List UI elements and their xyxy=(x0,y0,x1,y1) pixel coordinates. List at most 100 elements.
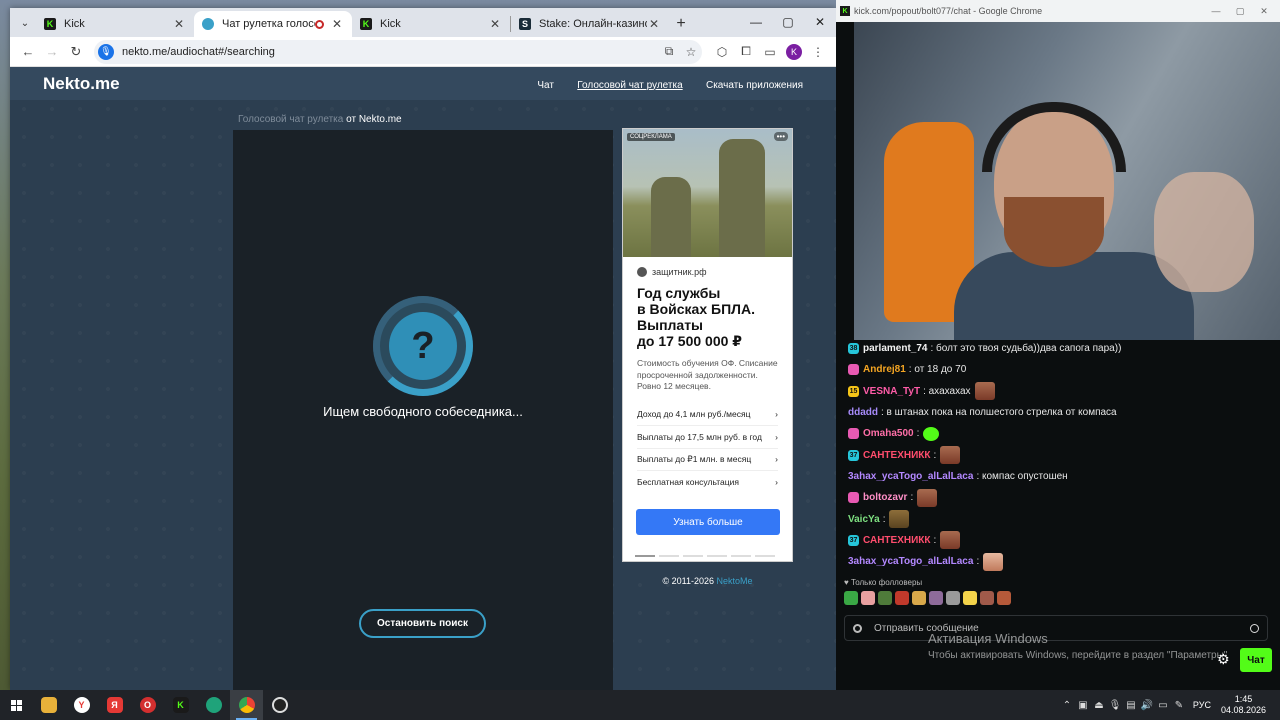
ad-more-icon[interactable]: ••• xyxy=(773,132,788,141)
taskbar-kick[interactable]: K xyxy=(164,690,197,720)
minimize-icon[interactable]: — xyxy=(1204,6,1228,16)
taskbar-opera[interactable]: O xyxy=(131,690,164,720)
install-app-icon[interactable]: ⧉ xyxy=(658,41,680,63)
emote-button[interactable] xyxy=(895,591,909,605)
microphone-icon[interactable]: 🎙 xyxy=(98,43,114,60)
chat-text: : xyxy=(910,492,914,504)
close-tab-icon[interactable]: ✕ xyxy=(647,17,661,31)
bookmark-star-icon[interactable]: ☆ xyxy=(680,41,702,63)
chrome-icon xyxy=(238,697,255,713)
carousel-dot[interactable] xyxy=(635,555,655,557)
emote-button[interactable] xyxy=(844,591,858,605)
speaker-icon[interactable]: 🔊 xyxy=(1139,700,1155,711)
emote-button[interactable] xyxy=(912,591,926,605)
carousel-dot[interactable] xyxy=(707,555,727,557)
forward-button[interactable]: → xyxy=(40,40,64,64)
menu-kebab-icon[interactable]: ⋮ xyxy=(806,40,830,64)
taskbar-obs[interactable] xyxy=(263,690,296,720)
ad-list-item[interactable]: Выплаты до ₽1 млн. в месяц › xyxy=(637,447,778,471)
extensions-puzzle-icon[interactable]: ⧠ xyxy=(734,40,758,64)
tab-kick-1[interactable]: K Kick ✕ xyxy=(36,11,194,37)
split-view-icon[interactable]: ▭ xyxy=(758,40,782,64)
network-icon[interactable]: ▭ xyxy=(1155,700,1171,711)
taskbar-explorer[interactable] xyxy=(32,690,65,720)
carousel-dot[interactable] xyxy=(659,555,679,557)
site-logo[interactable]: Nekto.me xyxy=(43,74,517,94)
close-window-icon[interactable]: ✕ xyxy=(1252,6,1276,17)
stop-search-button[interactable]: Остановить поиск xyxy=(359,609,486,638)
searching-status: Ищем свободного собеседника... xyxy=(323,404,523,419)
usb-icon[interactable]: ⏏ xyxy=(1091,700,1107,711)
ad-banner[interactable]: СОЦРЕКЛАМА ••• защитник.рф Год службы в … xyxy=(622,128,793,562)
emote-button[interactable] xyxy=(946,591,960,605)
clock[interactable]: 1:45 04.08.2026 xyxy=(1221,694,1266,716)
tab-kick-2[interactable]: K Kick ✕ xyxy=(352,11,510,37)
address-bar[interactable]: 🎙 nekto.me/audiochat#/searching ⧉ ☆ xyxy=(94,39,702,64)
chat-username[interactable]: Omaha500 xyxy=(863,428,914,439)
copyright-link[interactable]: NektoMe xyxy=(717,576,753,586)
tray-app-icon[interactable]: ▣ xyxy=(1075,700,1091,711)
chat-text: : xyxy=(882,513,886,525)
new-tab-button[interactable]: + xyxy=(669,12,693,36)
extension-icon[interactable]: ⬡ xyxy=(710,40,734,64)
ad-list-item[interactable]: Доход до 4,1 млн руб./месяц › xyxy=(637,403,778,426)
emote-button[interactable] xyxy=(878,591,892,605)
emote-button[interactable] xyxy=(861,591,875,605)
back-button[interactable]: ← xyxy=(16,40,40,64)
chat-username[interactable]: 3ahax_ycaTogo_alLalLaca xyxy=(848,471,973,482)
maximize-icon[interactable]: ▢ xyxy=(772,8,804,36)
chat-username[interactable]: ddadd xyxy=(848,407,878,418)
taskbar-edge[interactable] xyxy=(197,690,230,720)
chat-text: : xyxy=(916,428,920,440)
profile-button[interactable]: K xyxy=(782,40,806,64)
minimize-icon[interactable]: — xyxy=(740,8,772,36)
chat-username[interactable]: САНТЕХНИКК xyxy=(863,450,930,461)
breadcrumb-link[interactable]: Голосовой чат рулетка xyxy=(238,114,343,125)
chat-username[interactable]: Andrej81 xyxy=(863,364,906,375)
ad-list-item[interactable]: Выплаты до 17,5 млн руб. в год › xyxy=(637,425,778,448)
emote-button[interactable] xyxy=(963,591,977,605)
language-indicator[interactable]: РУС xyxy=(1193,700,1211,710)
chat-username[interactable]: parlament_74 xyxy=(863,343,927,354)
microphone-icon[interactable]: 🎙 xyxy=(1107,700,1123,711)
nav-voice-chat[interactable]: Голосовой чат рулетка xyxy=(577,80,682,91)
ad-source[interactable]: защитник.рф xyxy=(637,267,792,277)
ad-image[interactable]: СОЦРЕКЛАМА ••• xyxy=(623,129,792,257)
pen-icon[interactable]: ✎ xyxy=(1171,700,1187,711)
tab-nekto[interactable]: Чат рулетка голосовая — ✕ xyxy=(194,11,352,37)
chat-send-button[interactable]: Чат xyxy=(1240,648,1272,672)
emote-button[interactable] xyxy=(997,591,1011,605)
chat-username[interactable]: boltozavr xyxy=(863,492,907,503)
close-tab-icon[interactable]: ✕ xyxy=(172,17,186,31)
reload-button[interactable]: ↻ xyxy=(64,40,88,64)
maximize-icon[interactable]: ▢ xyxy=(1228,6,1252,17)
nav-chat[interactable]: Чат xyxy=(537,80,554,91)
nav-download-apps[interactable]: Скачать приложения xyxy=(706,80,803,91)
close-tab-icon[interactable]: ✕ xyxy=(330,17,344,31)
carousel-dot[interactable] xyxy=(731,555,751,557)
chevron-up-icon[interactable]: ⌃ xyxy=(1059,700,1075,711)
close-tab-icon[interactable]: ✕ xyxy=(488,17,502,31)
carousel-dot[interactable] xyxy=(755,555,775,557)
emoji-icon[interactable] xyxy=(1250,623,1259,633)
tab-stake[interactable]: S Stake: Онлайн-казино и ставк ✕ xyxy=(511,11,669,37)
tray-device-icon[interactable]: ▤ xyxy=(1123,700,1139,711)
ad-cta-button[interactable]: Узнать больше xyxy=(636,509,780,535)
close-window-icon[interactable]: ✕ xyxy=(804,8,836,36)
taskbar-chrome[interactable] xyxy=(230,690,263,720)
carousel-dot[interactable] xyxy=(683,555,703,557)
chat-username[interactable]: САНТЕХНИКК xyxy=(863,535,930,546)
taskbar-yandex[interactable]: Y xyxy=(65,690,98,720)
emote-button[interactable] xyxy=(980,591,994,605)
start-button[interactable] xyxy=(0,690,32,720)
emote-button[interactable] xyxy=(929,591,943,605)
chat-username[interactable]: 3ahax_ycaTogo_alLalLaca xyxy=(848,556,973,567)
taskbar-yandex-browser[interactable]: Я xyxy=(98,690,131,720)
chat-username[interactable]: VESNA_TyT xyxy=(863,386,920,397)
window-controls: — ▢ ✕ xyxy=(740,8,836,36)
stake-icon: S xyxy=(519,18,531,30)
chat-username[interactable]: VaicYa xyxy=(848,514,880,525)
tab-search-icon[interactable]: ⌄ xyxy=(14,11,36,35)
ad-list-item[interactable]: Бесплатная консультация › xyxy=(637,470,778,493)
ad-title[interactable]: Год службы в Войсках БПЛА. Выплаты до 17… xyxy=(637,285,778,349)
